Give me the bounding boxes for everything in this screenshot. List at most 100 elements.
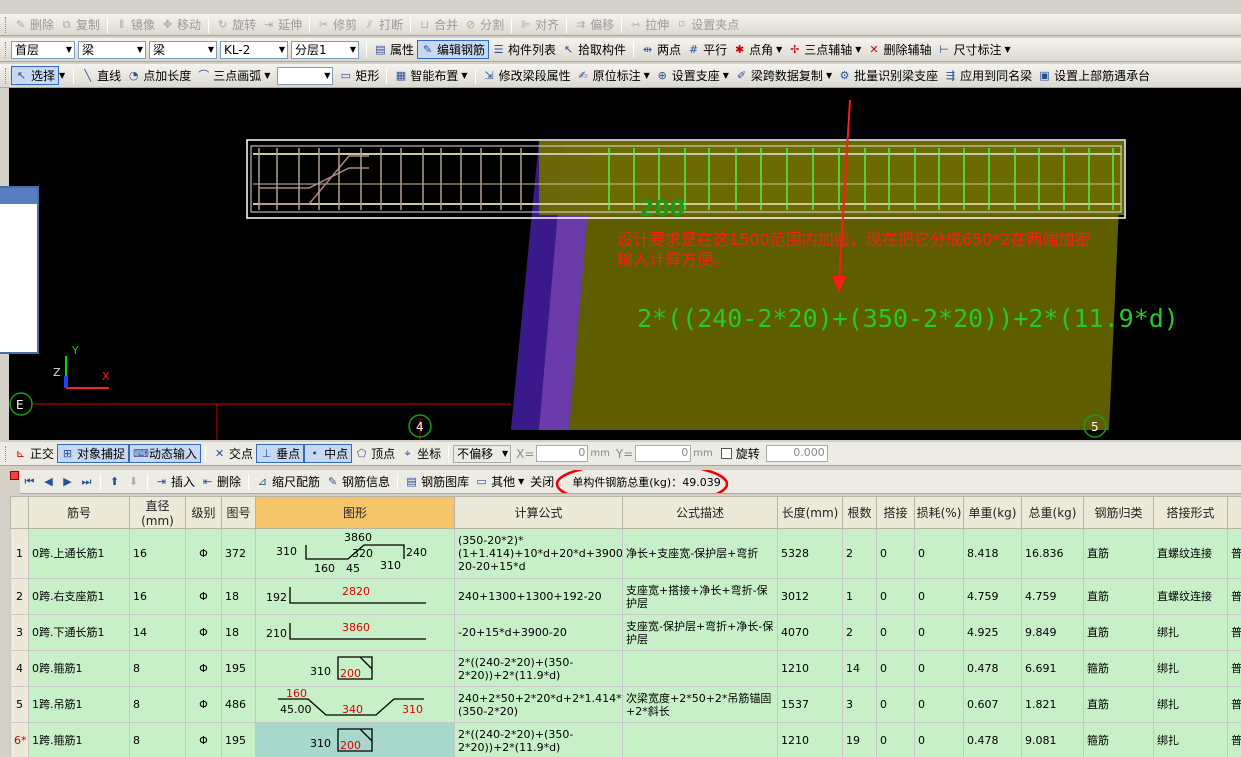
cell-extra[interactable]: 普 (1227, 614, 1241, 651)
cell-loss[interactable]: 0 (914, 686, 964, 723)
cell-loss[interactable]: 0 (914, 650, 964, 687)
cell-lap_type[interactable]: 直螺纹连接 (1153, 528, 1228, 579)
cell-name[interactable]: 0跨.箍筋1 (28, 650, 130, 687)
column-header[interactable]: 图号 (221, 496, 256, 529)
cell-total_w[interactable]: 6.691 (1021, 650, 1084, 687)
table-row[interactable]: 6* 1跨.箍筋1 8 Φ 195 310 200 2*((240-2*20)+(350-2*… (10, 722, 1241, 757)
cell-grade[interactable]: Φ (185, 528, 222, 579)
cell-cat[interactable]: 直筋 (1083, 614, 1154, 651)
cell-cat[interactable]: 箍筋 (1083, 650, 1154, 687)
column-header[interactable]: 公式描述 (622, 496, 778, 529)
rotate-checkbox[interactable] (720, 448, 732, 459)
pick-member-button[interactable]: ↖ 拾取构件 (559, 40, 629, 59)
cell-extra[interactable]: 普 (1227, 722, 1241, 757)
cell-count[interactable]: 2 (842, 528, 877, 579)
other-menu-button[interactable]: ▭ 其他 ▼ (472, 472, 527, 491)
column-header[interactable]: 搭接形式 (1153, 496, 1228, 529)
cell-count[interactable]: 19 (842, 722, 877, 757)
column-header[interactable]: 搭接 (876, 496, 915, 529)
cell-count[interactable]: 1 (842, 578, 877, 615)
cell-loss[interactable]: 0 (914, 578, 964, 615)
cell-desc[interactable] (622, 722, 778, 757)
edit-rebar-button[interactable]: ✎ 编辑钢筋 (417, 40, 490, 59)
column-header[interactable]: 图形 (255, 496, 455, 529)
batch-identify-button[interactable]: ⚙ 批量识别梁支座 (835, 66, 941, 85)
floating-panel[interactable] (0, 186, 39, 354)
point-angle-button[interactable]: ✱ 点角 ▼ (730, 40, 785, 59)
cell-lap_type[interactable]: 绑扎 (1153, 650, 1228, 687)
table-row[interactable]: 2 0跨.右支座筋1 16 Φ 18 192 2820 240+1300+1300+192-2… (10, 578, 1241, 615)
cell-formula[interactable]: 240+1300+1300+192-20 (454, 578, 623, 615)
cell-cat[interactable]: 直筋 (1083, 578, 1154, 615)
chevron-down-icon[interactable]: ▼ (59, 71, 65, 80)
last-record-button[interactable]: ⏭ (77, 472, 96, 491)
cell-unit_w[interactable]: 8.418 (963, 528, 1022, 579)
cell-unit_w[interactable]: 0.607 (963, 686, 1022, 723)
properties-button[interactable]: ▤ 属性 (371, 40, 417, 59)
cell-dia[interactable]: 8 (129, 650, 186, 687)
toolbar-stretch-button[interactable]: ⇿ 拉伸 (626, 15, 672, 34)
toolbar-rotate-button[interactable]: ↻ 旋转 (213, 15, 259, 34)
cell-len[interactable]: 1537 (777, 686, 843, 723)
cell-lap_type[interactable]: 绑扎 (1153, 614, 1228, 651)
midpoint-toggle[interactable]: • 中点 (304, 444, 353, 463)
cell-lap[interactable]: 0 (876, 528, 915, 579)
parallel-button[interactable]: # 平行 (684, 40, 730, 59)
cell-desc[interactable]: 净长+支座宽-保护层+弯折 (622, 528, 778, 579)
cell-fig[interactable]: 18 (221, 578, 256, 615)
cell-cat[interactable]: 直筋 (1083, 528, 1154, 579)
cell-lap_type[interactable]: 绑扎 (1153, 686, 1228, 723)
smart-layout-button[interactable]: ▦ 智能布置 ▼ (391, 66, 470, 85)
cell-extra[interactable]: 普 (1227, 650, 1241, 687)
close-grid-button[interactable]: 关闭 (527, 472, 557, 491)
cell-total_w[interactable]: 9.081 (1021, 722, 1084, 757)
prev-record-button[interactable]: ◀ (39, 472, 58, 491)
rebar-data-grid[interactable]: 筋号 直径(mm) 级别 图号 图形 计算公式 公式描述 长度(mm) 根数 搭接 损耗(%) 单重(… (10, 496, 1241, 757)
cell-dia[interactable]: 16 (129, 528, 186, 579)
column-header[interactable]: 长度(mm) (777, 496, 843, 529)
cell-lap[interactable]: 0 (876, 686, 915, 723)
dynamic-input-toggle[interactable]: ⌨ 动态输入 (129, 444, 202, 463)
toolbar-merge-button[interactable]: ⊔ 合并 (415, 15, 461, 34)
cell-unit_w[interactable]: 4.925 (963, 614, 1022, 651)
column-header[interactable]: 总重(kg) (1021, 496, 1084, 529)
row-number[interactable]: 4 (10, 650, 29, 687)
cell-grade[interactable]: Φ (185, 650, 222, 687)
draw-mode-select[interactable]: ▼ (277, 66, 334, 85)
cell-len[interactable]: 1210 (777, 722, 843, 757)
cell-grade[interactable]: Φ (185, 686, 222, 723)
cell-extra[interactable]: 普 (1227, 686, 1241, 723)
column-header[interactable]: 计算公式 (454, 496, 623, 529)
cell-desc[interactable] (622, 650, 778, 687)
three-point-aux-button[interactable]: ✢ 三点辅轴 ▼ (785, 40, 864, 59)
in-situ-button[interactable]: ✍ 原位标注 ▼ (574, 66, 653, 85)
type-select[interactable]: 梁 ▼ (149, 40, 217, 59)
cell-lap_type[interactable]: 直螺纹连接 (1153, 578, 1228, 615)
move-down-button[interactable]: ⬇ (124, 472, 143, 491)
rebar-shape-cell[interactable]: 160 45.00 340 310 (255, 686, 455, 723)
rebar-shape-cell[interactable]: 210 3860 (255, 614, 455, 651)
cell-fig[interactable]: 195 (221, 722, 256, 757)
cell-dia[interactable]: 14 (129, 614, 186, 651)
rebar-shape-cell[interactable]: 310 200 (255, 650, 455, 687)
cell-name[interactable]: 0跨.右支座筋1 (28, 578, 130, 615)
cell-total_w[interactable]: 1.821 (1021, 686, 1084, 723)
toolbar-mirror-button[interactable]: ⫴ 镜像 (112, 15, 158, 34)
offset-mode-select[interactable]: 不偏移 ▼ (453, 444, 512, 463)
cell-dia[interactable]: 8 (129, 686, 186, 723)
cell-name[interactable]: 1跨.吊筋1 (28, 686, 130, 723)
drawing-canvas[interactable]: 200 设计要求是在这1500范围内加密，现在把它分成650*2在两端加密 输入… (9, 88, 1241, 440)
move-up-button[interactable]: ⬆ (105, 472, 124, 491)
cell-grade[interactable]: Φ (185, 578, 222, 615)
cell-name[interactable]: 0跨.下通长筋1 (28, 614, 130, 651)
column-header[interactable]: 损耗(%) (914, 496, 964, 529)
close-panel-icon[interactable] (10, 471, 19, 480)
point-length-button[interactable]: ◔ 点加长度 (124, 66, 194, 85)
rebar-shape-cell[interactable]: 3860 310 240 320 160 45 310 (255, 528, 455, 579)
cell-lap[interactable]: 0 (876, 578, 915, 615)
column-header[interactable]: 筋号 (28, 496, 130, 529)
row-number[interactable]: 6* (10, 722, 29, 757)
rotate-angle-input[interactable]: 0.000 (765, 445, 828, 462)
span-copy-button[interactable]: ✐ 梁跨数据复制 ▼ (732, 66, 835, 85)
arc-button[interactable]: ⌒ 三点画弧 ▼ (194, 66, 273, 85)
